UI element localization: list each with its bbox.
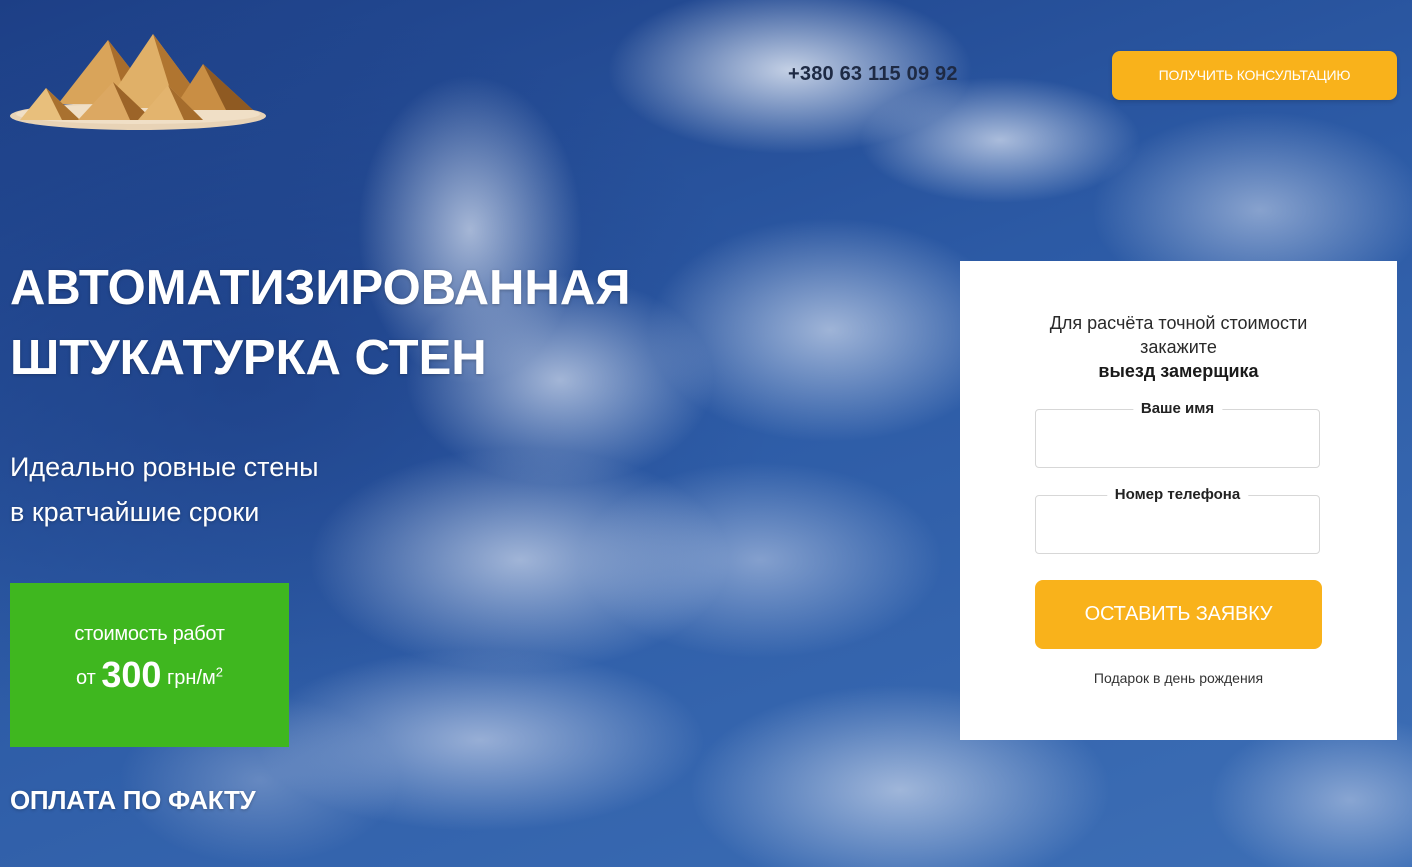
subtitle-line-2: в кратчайшие сроки [10, 497, 260, 527]
request-form: Для расчёта точной стоимости закажите вы… [960, 261, 1397, 740]
pyramids-logo-icon[interactable] [8, 30, 268, 140]
submit-request-button[interactable]: ОСТАВИТЬ ЗАЯВКУ [1035, 580, 1322, 649]
form-intro-line-2: закажите выезд замерщика [960, 335, 1397, 383]
name-field[interactable]: Ваше имя [1035, 400, 1320, 468]
price-prefix: от [75, 667, 96, 689]
price-caption: стоимость работ [74, 623, 225, 645]
name-input[interactable] [1046, 428, 1313, 462]
phone-input[interactable] [1046, 514, 1313, 548]
hero-subtitle: Идеально ровные стены в кратчайшие сроки [10, 445, 460, 535]
price-value: 300 [101, 654, 162, 695]
phone-field-label: Номер телефона [1106, 486, 1249, 504]
page-title: АВТОМАТИЗИРОВАННАЯ ШТУКАТУРКА СТЕН [10, 253, 710, 393]
price-line: от 300 грн/м2 [10, 654, 289, 696]
headline-line-1: АВТОМАТИЗИРОВАННАЯ [10, 261, 631, 315]
headline-line-2: ШТУКАТУРКА СТЕН [10, 331, 487, 385]
payment-note: ОПЛАТА ПО ФАКТУ [10, 785, 256, 815]
price-badge: стоимость работ от 300 грн/м2 [10, 583, 289, 747]
phone-number-link[interactable]: +380 63 115 09 92 [788, 63, 958, 86]
subtitle-line-1: Идеально ровные стены [10, 452, 319, 482]
gift-note: Подарок в день рождения [1093, 670, 1264, 686]
price-unit: грн/м2 [167, 664, 224, 689]
form-intro-prefix: закажите [1140, 337, 1217, 357]
price-unit-exponent: 2 [215, 664, 224, 680]
form-intro-line-1: Для расчёта точной стоимости [1049, 313, 1308, 333]
pyramids-logo-graphic [10, 34, 266, 130]
price-unit-text: грн/м [167, 667, 216, 689]
phone-field[interactable]: Номер телефона [1035, 486, 1320, 554]
form-intro: Для расчёта точной стоимости закажите вы… [960, 311, 1397, 383]
name-field-label: Ваше имя [1132, 400, 1223, 418]
form-intro-bold: выезд замерщика [1098, 361, 1259, 381]
get-consultation-button[interactable]: ПОЛУЧИТЬ КОНСУЛЬТАЦИЮ [1112, 51, 1397, 100]
